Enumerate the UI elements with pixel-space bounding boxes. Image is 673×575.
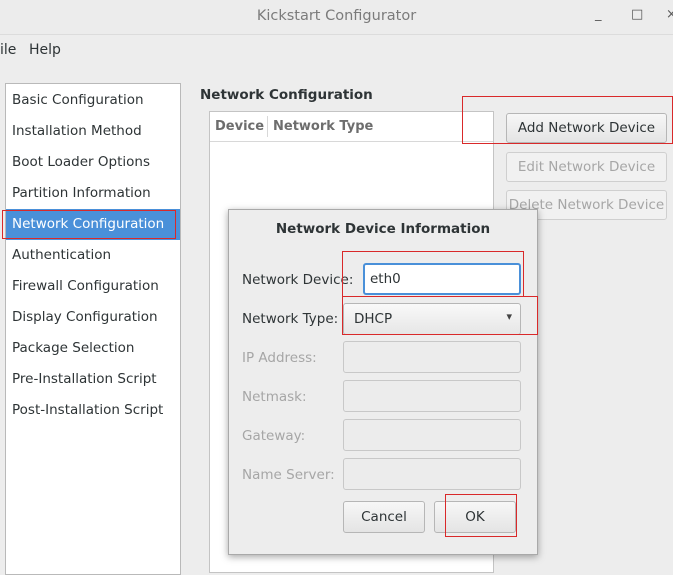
ok-button[interactable]: OK <box>434 501 516 533</box>
sidebar-item-boot-loader-options[interactable]: Boot Loader Options <box>6 147 180 178</box>
cancel-button[interactable]: Cancel <box>343 501 425 533</box>
menu-help[interactable]: Help <box>29 42 61 58</box>
sidebar-item-installation-method[interactable]: Installation Method <box>6 116 180 147</box>
window-title: Kickstart Configurator <box>256 8 417 24</box>
sidebar-item-pre-installation-script[interactable]: Pre-Installation Script <box>6 364 180 395</box>
sidebar-item-authentication[interactable]: Authentication <box>6 240 180 271</box>
sidebar: Basic Configuration Installation Method … <box>5 83 181 575</box>
add-network-device-button[interactable]: Add Network Device <box>506 113 667 143</box>
sidebar-item-display-configuration[interactable]: Display Configuration <box>6 302 180 333</box>
sidebar-item-firewall-configuration[interactable]: Firewall Configuration <box>6 271 180 302</box>
close-button[interactable]: × <box>666 7 673 22</box>
minimize-button[interactable]: _ <box>595 7 602 22</box>
network-type-label: Network Type: <box>242 311 339 327</box>
maximize-button[interactable]: □ <box>631 7 643 22</box>
ip-address-input[interactable] <box>343 341 521 373</box>
section-title: Network Configuration <box>200 87 373 103</box>
column-divider <box>267 116 268 137</box>
sidebar-item-network-configuration[interactable]: Network Configuration <box>6 209 180 240</box>
menu-bar: ile Help <box>0 35 673 65</box>
netmask-input[interactable] <box>343 380 521 412</box>
sidebar-item-partition-information[interactable]: Partition Information <box>6 178 180 209</box>
chevron-down-icon: ▾ <box>506 310 512 323</box>
ip-address-label: IP Address: <box>242 350 317 366</box>
column-header-device[interactable]: Device <box>215 112 264 141</box>
column-header-network-type[interactable]: Network Type <box>273 112 373 141</box>
network-device-input[interactable] <box>363 263 521 295</box>
dialog-title: Network Device Information <box>275 221 491 237</box>
sidebar-item-basic-configuration[interactable]: Basic Configuration <box>6 85 180 116</box>
network-device-label: Network Device: <box>242 272 354 288</box>
gateway-label: Gateway: <box>242 428 306 444</box>
name-server-label: Name Server: <box>242 467 335 483</box>
netmask-label: Netmask: <box>242 389 307 405</box>
table-header: Device Network Type <box>210 112 493 142</box>
menu-file[interactable]: ile <box>0 42 16 58</box>
edit-network-device-button[interactable]: Edit Network Device <box>506 152 667 182</box>
network-type-select[interactable]: DHCP ▾ <box>343 303 521 335</box>
network-device-dialog: Network Device Information Network Devic… <box>228 209 538 555</box>
gateway-input[interactable] <box>343 419 521 451</box>
sidebar-item-post-installation-script[interactable]: Post-Installation Script <box>6 395 180 426</box>
sidebar-item-package-selection[interactable]: Package Selection <box>6 333 180 364</box>
title-bar: Kickstart Configurator _ □ × <box>0 0 673 35</box>
network-type-value: DHCP <box>354 311 393 327</box>
name-server-input[interactable] <box>343 458 521 490</box>
